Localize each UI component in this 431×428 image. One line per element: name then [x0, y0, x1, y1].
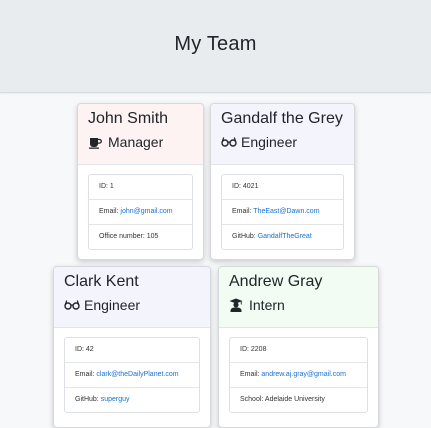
- github-label: GitHub:: [75, 396, 101, 403]
- id-row: ID: 42: [65, 338, 199, 363]
- office-value: 105: [146, 233, 159, 240]
- id-label: ID:: [240, 346, 251, 353]
- github-label: GitHub:: [232, 233, 258, 240]
- card-header: Gandalf the Grey Engineer: [211, 104, 354, 165]
- github-link[interactable]: GandalfTheGreat: [258, 233, 312, 240]
- glasses-icon: [221, 135, 237, 149]
- employee-name: John Smith: [88, 110, 169, 127]
- employee-role: Intern: [229, 297, 285, 313]
- id-row: ID: 4021: [222, 175, 343, 200]
- email-row: Email: TheEast@Dawn.com: [222, 200, 343, 225]
- page-header: My Team: [0, 0, 431, 93]
- email-link[interactable]: clark@theDailyPlanet.com: [96, 371, 178, 378]
- email-row: Email: john@gmail.com: [89, 200, 192, 225]
- employee-name: Gandalf the Grey: [221, 110, 343, 127]
- email-link[interactable]: andrew.aj.gray@gmail.com: [261, 371, 346, 378]
- card-header: Andrew Gray Intern: [219, 267, 378, 328]
- id-label: ID:: [232, 183, 243, 190]
- info-list: ID: 42 Email: clark@theDailyPlanet.com G…: [64, 337, 200, 413]
- employee-role: Manager: [88, 134, 163, 150]
- github-row: GitHub: GandalfTheGreat: [222, 225, 343, 249]
- school-value: Adelaide University: [264, 396, 325, 403]
- email-row: Email: andrew.aj.gray@gmail.com: [230, 363, 367, 388]
- id-value: 4021: [242, 183, 259, 190]
- office-row: Office number: 105: [89, 225, 192, 249]
- email-link[interactable]: TheEast@Dawn.com: [253, 208, 319, 215]
- school-row: School: Adelaide University: [230, 388, 367, 412]
- id-label: ID:: [75, 346, 86, 353]
- id-row: ID: 2208: [230, 338, 367, 363]
- employee-card-engineer: Gandalf the Grey Engineer ID: 4021 Email…: [210, 103, 355, 260]
- email-label: Email:: [240, 371, 262, 378]
- employee-card-engineer: Clark Kent Engineer ID: 42 Email: clark@…: [53, 266, 211, 428]
- github-row: GitHub: superguy: [65, 388, 199, 412]
- employee-card-intern: Andrew Gray Intern ID: 2208 Email: andre…: [218, 266, 379, 428]
- id-value: 42: [85, 346, 94, 353]
- role-label: Engineer: [241, 134, 298, 150]
- role-label: Manager: [108, 134, 164, 150]
- card-header: Clark Kent Engineer: [54, 267, 210, 328]
- email-label: Email:: [99, 208, 121, 215]
- employee-role: Engineer: [64, 297, 140, 313]
- page-title: My Team: [174, 33, 257, 55]
- id-label: ID:: [99, 183, 110, 190]
- role-label: Intern: [249, 297, 285, 313]
- card-header: John Smith Manager: [78, 104, 203, 165]
- coffee-icon: [88, 135, 104, 149]
- email-label: Email:: [232, 208, 254, 215]
- glasses-icon: [64, 298, 80, 312]
- info-list: ID: 1 Email: john@gmail.com Office numbe…: [88, 174, 193, 250]
- employee-name: Andrew Gray: [229, 273, 323, 290]
- email-row: Email: clark@theDailyPlanet.com: [65, 363, 199, 388]
- office-label: Office number:: [99, 233, 147, 240]
- info-list: ID: 4021 Email: TheEast@Dawn.com GitHub:…: [221, 174, 344, 250]
- github-link[interactable]: superguy: [101, 396, 130, 403]
- email-link[interactable]: john@gmail.com: [120, 208, 172, 215]
- email-label: Email:: [75, 371, 97, 378]
- id-row: ID: 1: [89, 175, 192, 200]
- employee-role: Engineer: [221, 134, 297, 150]
- id-value: 2208: [250, 346, 267, 353]
- employee-card-manager: John Smith Manager ID: 1 Email: john@gma…: [77, 103, 204, 260]
- school-label: School:: [240, 396, 265, 403]
- employee-name: Clark Kent: [64, 273, 139, 290]
- id-value: 1: [109, 183, 114, 190]
- role-label: Engineer: [84, 297, 141, 313]
- graduate-icon: [229, 298, 245, 312]
- info-list: ID: 2208 Email: andrew.aj.gray@gmail.com…: [229, 337, 368, 413]
